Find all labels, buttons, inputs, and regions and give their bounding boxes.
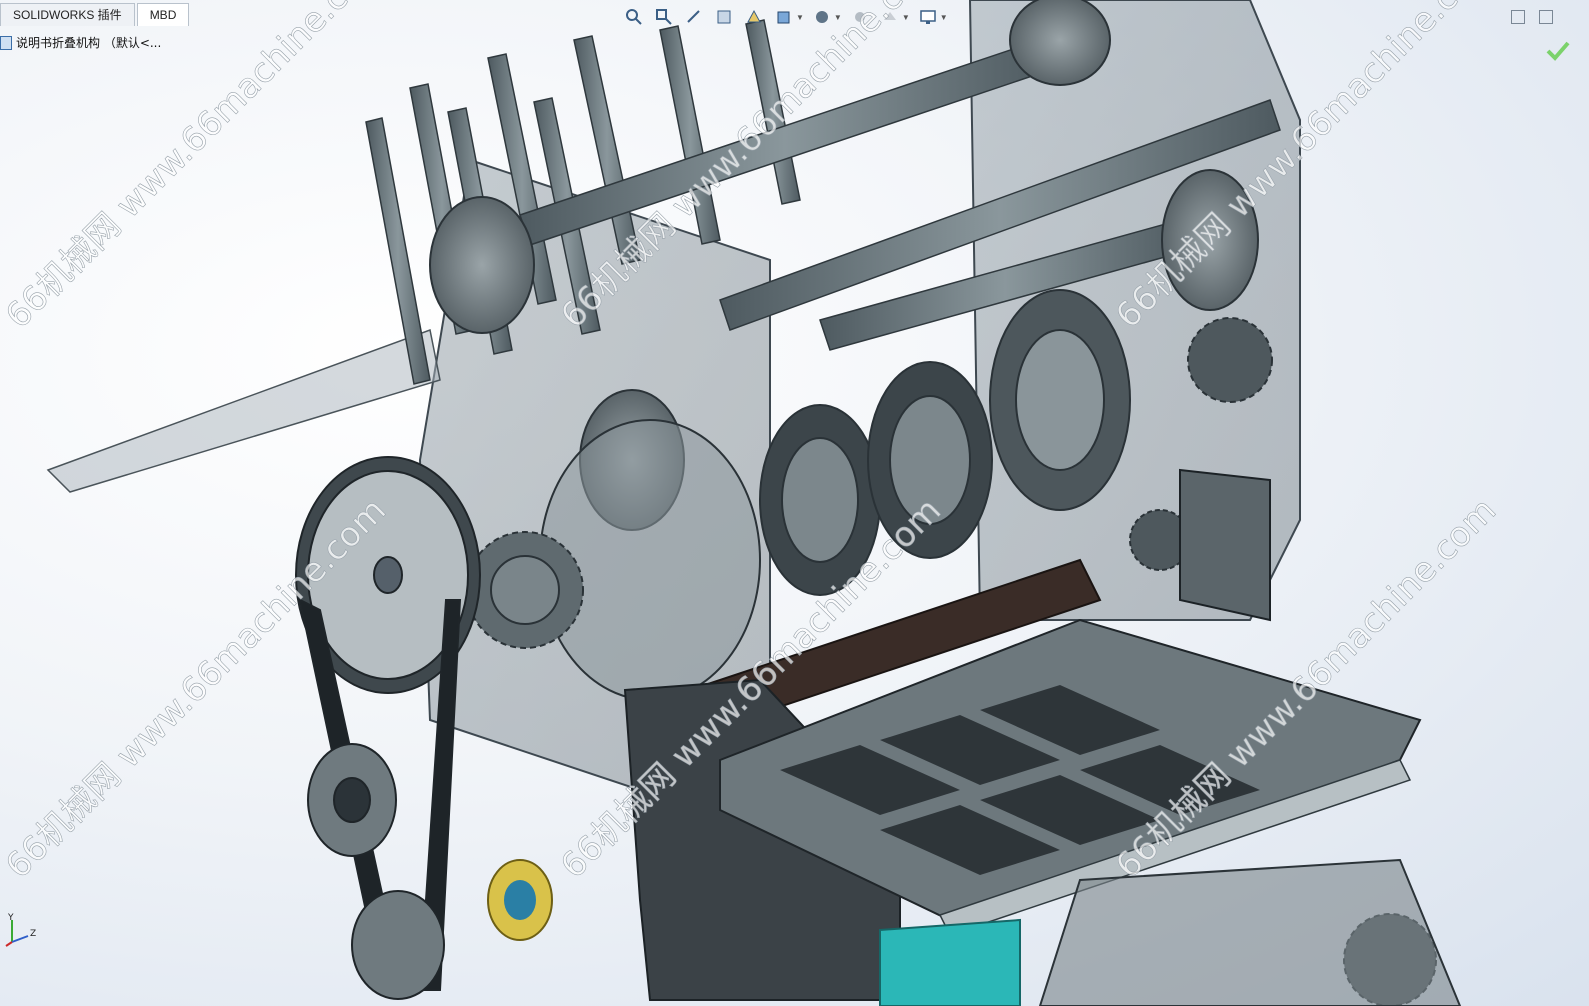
edit-appearance-icon[interactable] — [878, 6, 902, 28]
chevron-down-icon[interactable]: ▼ — [796, 13, 804, 22]
heads-up-view-toolbar: ▼ ▼ ▼ ▼ — [622, 6, 948, 28]
maximize-icon[interactable] — [1539, 10, 1553, 24]
lower-housing — [1038, 858, 1462, 1006]
dynamic-annotation-icon[interactable] — [742, 6, 766, 28]
view-orientation-icon[interactable] — [772, 6, 796, 28]
model-viewport[interactable] — [0, 0, 1589, 1006]
zoom-to-area-icon[interactable] — [652, 6, 676, 28]
section-view-icon[interactable] — [712, 6, 736, 28]
triad-z-label: Z — [30, 929, 36, 939]
chevron-down-icon[interactable]: ▼ — [834, 13, 842, 22]
triad-y-label: Y — [7, 913, 14, 923]
confirm-check-icon[interactable] — [1545, 38, 1571, 64]
display-style-icon[interactable] — [810, 6, 834, 28]
cyan-plate — [879, 918, 1021, 1006]
right-bracket — [1179, 468, 1271, 622]
restore-icon[interactable] — [1511, 10, 1525, 24]
orientation-triad: Y Z — [5, 913, 36, 947]
viewport-controls — [1511, 10, 1553, 24]
view-settings-icon[interactable] — [916, 6, 940, 28]
previous-view-icon[interactable] — [682, 6, 706, 28]
hide-show-items-icon[interactable] — [848, 6, 872, 28]
chevron-down-icon[interactable]: ▼ — [940, 13, 948, 22]
belt-drive — [295, 456, 481, 1000]
zoom-to-fit-icon[interactable] — [622, 6, 646, 28]
chevron-down-icon[interactable]: ▼ — [902, 13, 910, 22]
